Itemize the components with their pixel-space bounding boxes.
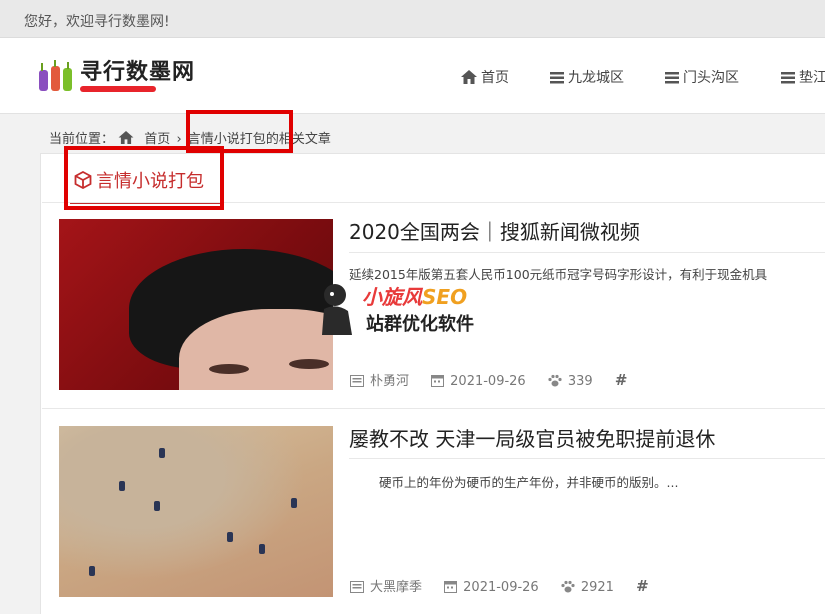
hashtag-icon[interactable]: #: [636, 577, 649, 595]
article-thumbnail-flood[interactable]: [59, 426, 333, 597]
nav-label: 垫江: [799, 70, 825, 86]
date-text: 2021-09-26: [450, 374, 526, 389]
author-name: 朴勇河: [370, 374, 410, 389]
watermark-seo-text: SEO: [422, 285, 468, 309]
author-list-icon: [350, 581, 364, 593]
list-icon: [550, 72, 564, 84]
annotation-box-tag-heading: [64, 146, 224, 210]
logo-books-icon[interactable]: [38, 60, 74, 92]
thumbnail-figure: [291, 498, 297, 508]
nav-label: 门头沟区: [683, 70, 739, 86]
hashtag-icon[interactable]: #: [615, 371, 628, 389]
paw-icon: [561, 580, 575, 593]
thumbnail-figure: [159, 448, 165, 458]
home-icon[interactable]: [118, 131, 134, 144]
author-list-icon: [350, 375, 364, 387]
top-bar: 您好，欢迎寻行数墨网!: [0, 0, 825, 38]
nav-label: 首页: [481, 70, 509, 86]
meta-date: 2021-09-26: [431, 374, 526, 389]
calendar-icon: [431, 375, 445, 387]
home-icon: [461, 70, 477, 84]
article-title[interactable]: 2020全国两会｜搜狐新闻微视频: [349, 216, 640, 245]
watermark-brand: 小旋风SEO: [362, 281, 467, 310]
nav-label: 九龙城区: [568, 70, 624, 86]
breadcrumb-prefix: 当前位置：: [49, 132, 115, 147]
list-icon: [781, 72, 795, 84]
article-excerpt: 硬币上的年份为硬币的生产年份，并非硬币的版别。...: [379, 475, 679, 490]
watermark-figure-icon: [322, 284, 352, 335]
thumbnail-figure: [89, 566, 95, 576]
breadcrumb-separator: ›: [176, 132, 182, 147]
author-name: 大黑摩季: [370, 580, 423, 595]
meta-views: 2921: [561, 580, 614, 595]
thumbnail-figure: [119, 481, 125, 491]
thumbnail-figure: [259, 544, 265, 554]
meta-author[interactable]: 大黑摩季: [350, 580, 422, 595]
article-meta: 大黑摩季 2021-09-26 2921 #: [350, 576, 649, 595]
site-logo[interactable]: 寻行数墨网: [80, 54, 195, 86]
article-title[interactable]: 屡教不改 天津一局级官员被免职提前退休: [349, 423, 715, 452]
nav-item-mentougou[interactable]: 门头沟区: [665, 67, 739, 87]
date-text: 2021-09-26: [463, 580, 539, 595]
paw-icon: [548, 374, 562, 387]
title-divider: [349, 252, 825, 253]
welcome-text: 您好，欢迎寻行数墨网!: [24, 14, 170, 30]
watermark-brand-text: 小旋风: [362, 285, 422, 309]
meta-date: 2021-09-26: [444, 580, 539, 595]
thumbnail-eye: [209, 364, 249, 374]
list-icon: [665, 72, 679, 84]
nav-item-jiulongcheng[interactable]: 九龙城区: [550, 67, 624, 87]
meta-author[interactable]: 朴勇河: [350, 374, 409, 389]
article-meta: 朴勇河 2021-09-26 339 #: [350, 370, 627, 389]
logo-underline-mark: [80, 86, 156, 92]
breadcrumb-home-link[interactable]: 首页: [144, 132, 170, 147]
views-count: 339: [567, 374, 593, 389]
list-divider: [42, 408, 825, 409]
views-count: 2921: [580, 580, 614, 595]
thumbnail-figure: [154, 501, 160, 511]
watermark-slogan: 站群优化软件: [366, 314, 474, 335]
calendar-icon: [444, 581, 458, 593]
thumbnail-eye: [289, 359, 329, 369]
thumbnail-figure: [227, 532, 233, 542]
meta-views: 339: [548, 374, 593, 389]
nav-item-home[interactable]: 首页: [461, 67, 509, 87]
article-thumbnail-portrait[interactable]: [59, 219, 333, 390]
title-divider: [349, 458, 825, 459]
nav-item-dianjiang[interactable]: 垫江: [781, 67, 825, 87]
